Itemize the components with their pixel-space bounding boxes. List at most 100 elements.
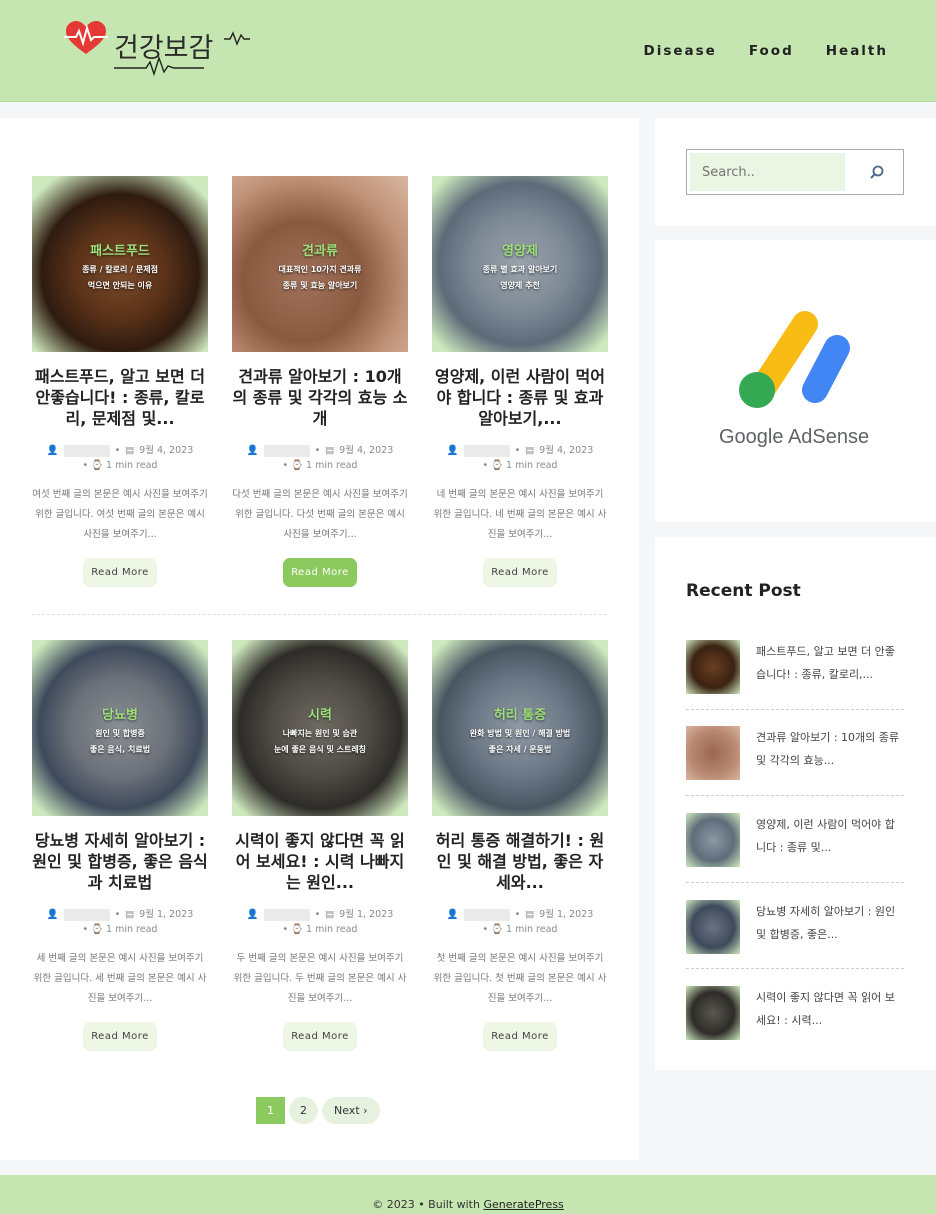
recent-posts-widget: Recent Post 패스트푸드, 알고 보면 더 안좋습니다! : 종류, … [655, 537, 936, 1070]
thumb-subtitle: 나빠지는 원인 및 습관 [282, 729, 358, 738]
read-more-button[interactable]: Read More [83, 558, 157, 587]
post-card: 시력 나빠지는 원인 및 습관 눈에 좋은 음식 및 스트레칭 시력이 좋지 않… [232, 640, 408, 1051]
recent-post-item[interactable]: 영양제, 이런 사람이 먹어야 합니다 : 종류 및... [686, 807, 904, 867]
read-more-button[interactable]: Read More [83, 1022, 157, 1051]
author-blurred [463, 444, 510, 457]
user-icon: 👤 [46, 445, 59, 456]
recent-posts-title: Recent Post [686, 581, 801, 601]
nav-health[interactable]: Health [826, 43, 888, 59]
post-excerpt: 첫 번째 글의 본문은 예시 사진을 보여주기 위한 글입니다. 첫 번째 글의… [433, 953, 607, 1004]
thumb-subtitle: 종류 / 칼로리 / 문제점 [82, 265, 158, 274]
post-date: 9월 4, 2023 [539, 445, 594, 456]
user-icon: 👤 [246, 909, 259, 920]
pagination: 1 2 Next › [256, 1097, 380, 1124]
post-title[interactable]: 패스트푸드, 알고 보면 더 안좋습니다! : 종류, 칼로리, 문제점 및..… [32, 366, 208, 429]
post-title[interactable]: 견과류 알아보기 : 10개의 종류 및 각각의 효능 소개 [232, 366, 408, 429]
recent-post-item[interactable]: 당뇨병 자세히 알아보기 : 원인 및 합병증, 좋은... [686, 894, 904, 954]
site-footer: © 2023 • Built with GeneratePress [0, 1175, 936, 1214]
read-time: 1 min read [106, 460, 158, 471]
recent-post-title[interactable]: 당뇨병 자세히 알아보기 : 원인 및 합병증, 좋은... [756, 900, 904, 946]
thumb-category: 시력 [308, 708, 332, 723]
calendar-icon: ▤ [125, 909, 135, 920]
post-card: 당뇨병 원인 및 합병증 좋은 음식, 치료법 당뇨병 자세히 알아보기 : 원… [32, 640, 208, 1051]
post-meta: 👤 • ▤ 9월 4, 2023 • ⌚ 1 min read [46, 444, 194, 471]
recent-post-title[interactable]: 영양제, 이런 사람이 먹어야 합니다 : 종류 및... [756, 813, 904, 859]
clock-icon: ⌚ [491, 460, 504, 471]
user-icon: 👤 [446, 909, 459, 920]
user-icon: 👤 [246, 445, 259, 456]
read-more-button[interactable]: Read More [283, 1022, 357, 1051]
post-excerpt: 세 번째 글의 본문은 예시 사진을 보여주기 위한 글입니다. 세 번째 글의… [33, 953, 207, 1004]
author-blurred [263, 444, 310, 457]
adsense-text: Google AdSense [719, 426, 870, 448]
search-form [686, 149, 904, 195]
thumb-subtitle: 종류 별 효과 알아보기 [482, 265, 558, 274]
nav-disease[interactable]: Disease [644, 43, 717, 59]
recent-divider [686, 795, 904, 796]
thumb-category: 영양제 [502, 244, 538, 259]
post-card: 패스트푸드 종류 / 칼로리 / 문제점 먹으면 안되는 이유 패스트푸드, 알… [32, 176, 208, 587]
post-excerpt: 여섯 번째 글의 본문은 예시 사진을 보여주기 위한 글입니다. 여섯 번째 … [32, 489, 208, 540]
copyright-text: © 2023 • Built with [372, 1198, 480, 1211]
recent-post-title[interactable]: 패스트푸드, 알고 보면 더 안좋습니다! : 종류, 칼로리,... [756, 640, 904, 686]
post-thumbnail[interactable]: 시력 나빠지는 원인 및 습관 눈에 좋은 음식 및 스트레칭 [232, 640, 408, 816]
recent-post-thumbnail[interactable] [686, 640, 740, 694]
post-title[interactable]: 허리 통증 해결하기! : 원인 및 해결 방법, 좋은 자세와... [432, 830, 608, 893]
post-title[interactable]: 영양제, 이런 사람이 먹어야 합니다 : 종류 및 효과 알아보기,... [432, 366, 608, 429]
page-1[interactable]: 1 [256, 1097, 285, 1124]
post-date: 9월 4, 2023 [139, 445, 194, 456]
read-more-button[interactable]: Read More [483, 558, 557, 587]
clock-icon: ⌚ [91, 460, 104, 471]
thumb-category: 허리 통증 [493, 708, 547, 723]
ad-widget: Google AdSense [655, 240, 936, 522]
read-time: 1 min read [506, 924, 558, 935]
recent-post-thumbnail[interactable] [686, 813, 740, 867]
calendar-icon: ▤ [325, 909, 335, 920]
recent-post-title[interactable]: 시력이 좋지 않다면 꼭 읽어 보세요! : 시력... [756, 986, 904, 1032]
post-card: 허리 통증 완화 방법 및 원인 / 해결 방법 좋은 자세 / 운동법 허리 … [432, 640, 608, 1051]
post-date: 9월 1, 2023 [139, 909, 194, 920]
thumb-subtitle: 완화 방법 및 원인 / 해결 방법 [469, 729, 571, 738]
recent-post-item[interactable]: 패스트푸드, 알고 보면 더 안좋습니다! : 종류, 칼로리,... [686, 634, 904, 694]
post-thumbnail[interactable]: 영양제 종류 별 효과 알아보기 영양제 추천 [432, 176, 608, 352]
recent-post-item[interactable]: 견과류 알아보기 : 10개의 종류 및 각각의 효능... [686, 720, 904, 780]
read-time: 1 min read [106, 924, 158, 935]
calendar-icon: ▤ [325, 445, 335, 456]
calendar-icon: ▤ [525, 445, 535, 456]
post-meta: 👤 • ▤ 9월 1, 2023 • ⌚ 1 min read [46, 908, 194, 935]
user-icon: 👤 [446, 445, 459, 456]
recent-post-item[interactable]: 시력이 좋지 않다면 꼭 읽어 보세요! : 시력... [686, 980, 904, 1040]
google-adsense-logo [739, 311, 850, 408]
author-blurred [63, 444, 110, 457]
search-input[interactable] [690, 153, 845, 191]
thumb-category: 당뇨병 [102, 708, 138, 723]
author-blurred [463, 908, 510, 921]
generatepress-link[interactable]: GeneratePress [483, 1198, 563, 1211]
post-excerpt: 두 번째 글의 본문은 예시 사진을 보여주기 위한 글입니다. 두 번째 글의… [233, 953, 407, 1004]
clock-icon: ⌚ [291, 460, 304, 471]
recent-post-thumbnail[interactable] [686, 900, 740, 954]
post-thumbnail[interactable]: 당뇨병 원인 및 합병증 좋은 음식, 치료법 [32, 640, 208, 816]
post-title[interactable]: 시력이 좋지 않다면 꼭 읽어 보세요! : 시력 나빠지는 원인... [232, 830, 408, 893]
post-thumbnail[interactable]: 견과류 대표적인 10가지 견과류 종류 및 효능 알아보기 [232, 176, 408, 352]
thumb-subtitle: 좋은 자세 / 운동법 [488, 745, 552, 754]
post-thumbnail[interactable]: 패스트푸드 종류 / 칼로리 / 문제점 먹으면 안되는 이유 [32, 176, 208, 352]
thumb-subtitle: 먹으면 안되는 이유 [87, 281, 153, 290]
post-thumbnail[interactable]: 허리 통증 완화 방법 및 원인 / 해결 방법 좋은 자세 / 운동법 [432, 640, 608, 816]
post-title[interactable]: 당뇨병 자세히 알아보기 : 원인 및 합병증, 좋은 음식과 치료법 [32, 830, 208, 893]
search-widget [655, 118, 936, 226]
thumb-category: 견과류 [302, 244, 338, 259]
read-more-button[interactable]: Read More [283, 558, 357, 587]
next-page-button[interactable]: Next › [322, 1097, 380, 1124]
recent-post-title[interactable]: 견과류 알아보기 : 10개의 종류 및 각각의 효능... [756, 726, 904, 772]
search-icon[interactable] [869, 164, 885, 180]
nav-food[interactable]: Food [749, 43, 794, 59]
recent-post-thumbnail[interactable] [686, 726, 740, 780]
site-logo[interactable]: 건강보감 [64, 20, 254, 82]
recent-post-thumbnail[interactable] [686, 986, 740, 1040]
calendar-icon: ▤ [525, 909, 535, 920]
read-more-button[interactable]: Read More [483, 1022, 557, 1051]
clock-icon: ⌚ [491, 924, 504, 935]
page-2[interactable]: 2 [289, 1097, 318, 1124]
thumb-subtitle: 영양제 추천 [500, 281, 540, 290]
